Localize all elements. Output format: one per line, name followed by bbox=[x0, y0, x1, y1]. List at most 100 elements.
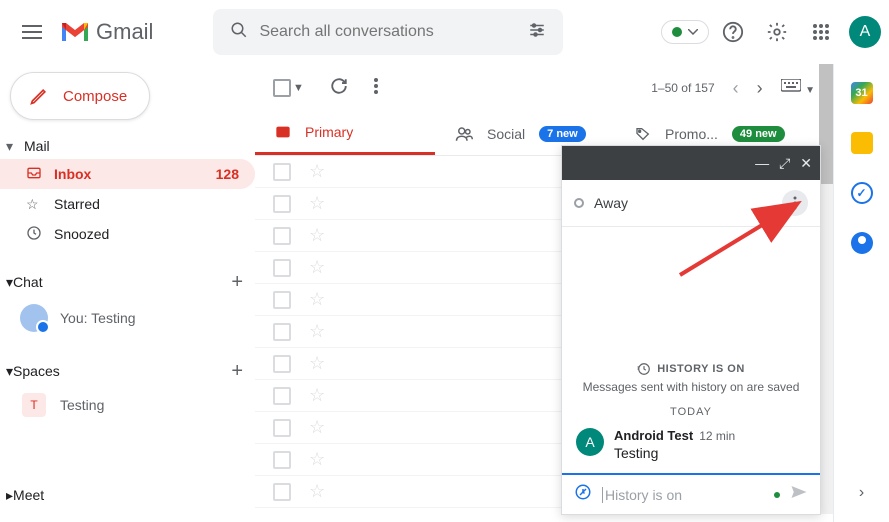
keep-addon[interactable] bbox=[851, 132, 873, 154]
apps-grid-icon bbox=[812, 23, 830, 41]
gmail-logo[interactable]: Gmail bbox=[60, 19, 153, 45]
tab-primary[interactable]: Primary bbox=[255, 112, 435, 155]
row-star-icon[interactable]: ☆ bbox=[309, 321, 325, 342]
row-checkbox[interactable] bbox=[273, 227, 291, 245]
search-options-icon[interactable] bbox=[517, 21, 557, 44]
close-icon[interactable]: ✕ bbox=[800, 155, 812, 172]
scrollbar[interactable] bbox=[819, 64, 833, 514]
history-icon bbox=[637, 362, 651, 376]
select-all-checkbox[interactable]: ▼ bbox=[273, 79, 304, 97]
message-time: 12 min bbox=[699, 429, 735, 443]
chat-preview: You: Testing bbox=[60, 310, 136, 326]
row-star-icon[interactable]: ☆ bbox=[309, 289, 325, 310]
message-avatar: A bbox=[576, 428, 604, 456]
chat-body: HISTORY IS ON Messages sent with history… bbox=[562, 227, 820, 473]
tab-social-label: Social bbox=[487, 126, 525, 142]
row-checkbox[interactable] bbox=[273, 387, 291, 405]
row-checkbox[interactable] bbox=[273, 483, 291, 501]
settings-button[interactable] bbox=[757, 12, 797, 52]
compose-button[interactable]: Compose bbox=[10, 72, 150, 120]
contacts-addon[interactable] bbox=[851, 232, 873, 254]
history-toggle-icon[interactable] bbox=[574, 483, 592, 506]
row-checkbox[interactable] bbox=[273, 323, 291, 341]
next-page-button[interactable]: › bbox=[757, 78, 763, 99]
row-star-icon[interactable]: ☆ bbox=[309, 193, 325, 214]
chat-avatar-icon bbox=[20, 304, 48, 332]
primary-icon bbox=[275, 124, 291, 140]
row-checkbox[interactable] bbox=[273, 291, 291, 309]
spaces-section-toggle[interactable]: ▾Spaces + bbox=[0, 356, 255, 387]
row-checkbox[interactable] bbox=[273, 451, 291, 469]
side-panel-toggle[interactable]: › bbox=[859, 484, 864, 502]
account-avatar[interactable]: A bbox=[849, 16, 881, 48]
support-button[interactable] bbox=[713, 12, 753, 52]
compose-label: Compose bbox=[63, 88, 127, 105]
search-icon[interactable] bbox=[219, 21, 259, 44]
search-input[interactable] bbox=[259, 23, 517, 41]
new-space-button[interactable]: + bbox=[231, 360, 243, 383]
row-star-icon[interactable]: ☆ bbox=[309, 161, 325, 182]
promotions-badge: 49 new bbox=[732, 126, 785, 142]
sidebar-item-snoozed[interactable]: Snoozed bbox=[0, 219, 255, 249]
row-checkbox[interactable] bbox=[273, 259, 291, 277]
inbox-count: 128 bbox=[216, 166, 239, 182]
sidebar-item-starred[interactable]: ☆ Starred bbox=[0, 189, 255, 219]
more-button[interactable] bbox=[374, 78, 378, 99]
chat-popup: — ⤢ ✕ Away HISTORY IS ON Messages sent w… bbox=[561, 145, 821, 515]
scrollbar-thumb[interactable] bbox=[819, 64, 833, 184]
row-checkbox[interactable] bbox=[273, 355, 291, 373]
main-menu-button[interactable] bbox=[8, 8, 56, 56]
space-item[interactable]: T Testing bbox=[0, 387, 255, 423]
apps-button[interactable] bbox=[801, 12, 841, 52]
chat-options-button[interactable] bbox=[782, 190, 808, 216]
send-button[interactable] bbox=[790, 484, 808, 505]
chat-titlebar[interactable]: — ⤢ ✕ bbox=[562, 146, 820, 180]
mail-section-label: Mail bbox=[24, 138, 50, 154]
chat-item[interactable]: You: Testing bbox=[0, 298, 255, 338]
row-star-icon[interactable]: ☆ bbox=[309, 417, 325, 438]
search-bar[interactable] bbox=[213, 9, 563, 55]
chat-input-row: History is on bbox=[562, 473, 820, 514]
row-star-icon[interactable]: ☆ bbox=[309, 225, 325, 246]
row-star-icon[interactable]: ☆ bbox=[309, 257, 325, 278]
row-star-icon[interactable]: ☆ bbox=[309, 481, 325, 502]
space-avatar-icon: T bbox=[22, 393, 46, 417]
inbox-label: Inbox bbox=[54, 166, 91, 182]
row-checkbox[interactable] bbox=[273, 419, 291, 437]
keyboard-icon bbox=[781, 79, 801, 93]
meet-section-toggle[interactable]: ▸Meet bbox=[0, 483, 255, 508]
page-range: 1–50 of 157 bbox=[651, 81, 714, 95]
away-status-icon bbox=[574, 198, 584, 208]
snoozed-label: Snoozed bbox=[54, 226, 109, 242]
row-checkbox[interactable] bbox=[273, 195, 291, 213]
row-star-icon[interactable]: ☆ bbox=[309, 353, 325, 374]
row-star-icon[interactable]: ☆ bbox=[309, 385, 325, 406]
input-tools-button[interactable]: ▼ bbox=[781, 79, 815, 98]
calendar-addon[interactable]: 31 bbox=[851, 82, 873, 104]
sidebar-item-inbox[interactable]: Inbox 128 bbox=[0, 159, 255, 189]
new-chat-button[interactable]: + bbox=[231, 271, 243, 294]
brand-text: Gmail bbox=[96, 19, 153, 45]
chat-section-toggle[interactable]: ▾Chat + bbox=[0, 267, 255, 298]
message-text: Testing bbox=[614, 445, 735, 461]
mail-section-toggle[interactable]: ▾Mail bbox=[0, 134, 255, 159]
chat-status-row: Away bbox=[562, 180, 820, 227]
active-status-dot bbox=[672, 27, 682, 37]
row-checkbox[interactable] bbox=[273, 163, 291, 181]
prev-page-button[interactable]: ‹ bbox=[733, 78, 739, 99]
row-star-icon[interactable]: ☆ bbox=[309, 449, 325, 470]
minimize-icon[interactable]: — bbox=[755, 155, 769, 171]
status-dropdown[interactable] bbox=[661, 20, 709, 44]
refresh-button[interactable] bbox=[330, 77, 348, 100]
popout-icon[interactable]: ⤢ bbox=[779, 155, 790, 172]
side-panel: 31 › bbox=[833, 64, 889, 522]
chat-section-label: Chat bbox=[13, 274, 43, 290]
gmail-icon bbox=[60, 21, 90, 43]
hamburger-icon bbox=[22, 25, 42, 39]
header-right: A bbox=[661, 12, 881, 52]
chat-message[interactable]: A Android Test12 min Testing bbox=[576, 428, 806, 461]
tasks-addon[interactable] bbox=[851, 182, 873, 204]
chat-input[interactable]: History is on bbox=[602, 487, 764, 503]
chat-status-text: Away bbox=[594, 195, 628, 211]
sidebar: Compose ▾Mail Inbox 128 ☆ Starred Snooze… bbox=[0, 64, 255, 522]
